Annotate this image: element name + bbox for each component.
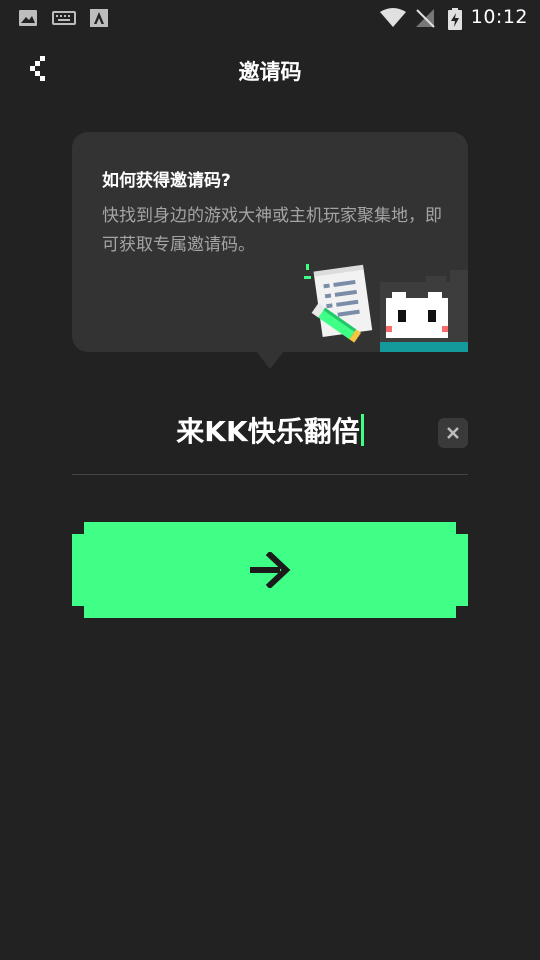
clear-input-button[interactable]: [438, 418, 468, 448]
submit-invite-code-button[interactable]: [72, 522, 468, 618]
close-icon: [438, 427, 468, 452]
info-card-title: 如何获得邀请码?: [102, 171, 231, 191]
info-card-description: 快找到身边的游戏大神或主机玩家聚集地，即可获取专属邀请码。: [102, 206, 442, 255]
status-bar: 10:12: [0, 0, 540, 36]
text-caret: [360, 414, 364, 446]
image-icon: [18, 8, 38, 32]
invite-code-input[interactable]: 来KK快乐翻倍: [72, 410, 468, 450]
page-title: 邀请码: [238, 60, 302, 84]
screen: 10:12 邀请码 如何获得邀请码? 快找到身边的游戏大神或主机玩家聚集地，即可…: [0, 0, 540, 960]
invite-info-card: 如何获得邀请码? 快找到身边的游戏大神或主机玩家聚集地，即可获取专属邀请码。: [72, 132, 468, 352]
arrow-right-icon: [248, 550, 292, 590]
keyboard-icon: [52, 8, 76, 32]
toolbar: 邀请码: [0, 36, 540, 106]
no-signal-icon: [414, 8, 436, 32]
mascot-illustration: [300, 262, 468, 358]
status-time: 10:12: [470, 6, 528, 28]
info-card-pointer: [256, 351, 284, 369]
android-icon: [90, 8, 108, 32]
invite-code-field[interactable]: 来KK快乐翻倍: [72, 400, 468, 475]
wifi-icon: [380, 8, 406, 32]
invite-code-value: 来KK快乐翻倍: [176, 415, 360, 448]
battery-charging-icon: [448, 8, 462, 34]
